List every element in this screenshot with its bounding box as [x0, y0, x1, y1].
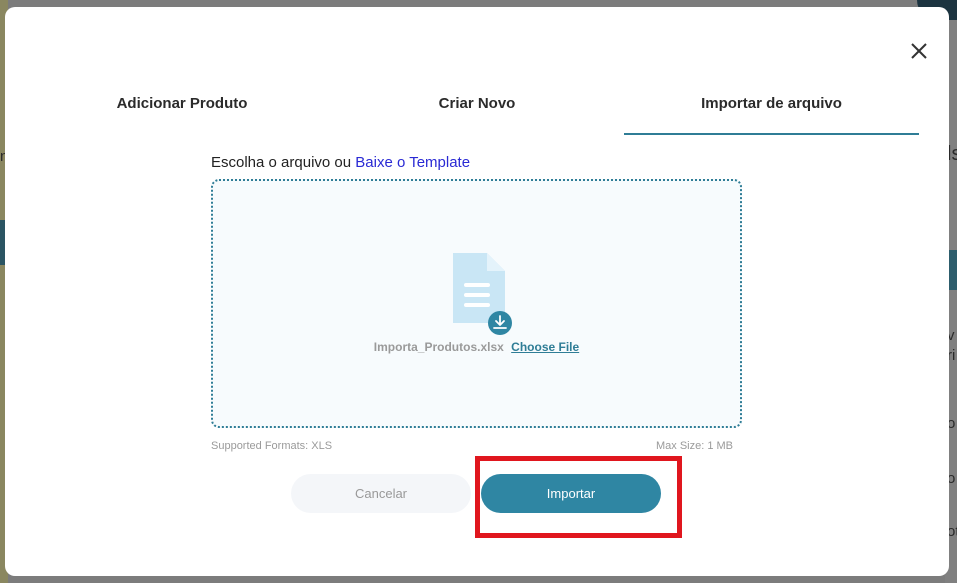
choose-prefix: Escolha o arquivo ou [211, 154, 352, 171]
download-template-link[interactable]: Baixe o Template [355, 154, 470, 171]
choose-file-link[interactable]: Choose File [511, 340, 579, 354]
import-modal: Adicionar Produto Criar Novo Importar de… [5, 7, 949, 576]
tab-criar-novo[interactable]: Criar Novo [382, 91, 572, 135]
tab-adicionar-produto[interactable]: Adicionar Produto [87, 91, 277, 135]
cancel-button[interactable]: Cancelar [291, 474, 471, 513]
choose-file-instruction: Escolha o arquivo ou Baixe o Template [211, 154, 470, 171]
document-download-icon [453, 253, 512, 335]
tab-bar: Adicionar Produto Criar Novo Importar de… [5, 91, 949, 135]
close-icon [911, 43, 927, 59]
max-size: Max Size: 1 MB [656, 440, 734, 452]
supported-formats: Supported Formats: XLS [211, 440, 333, 452]
file-row: Importa_Produtos.xlsx Choose File [213, 340, 740, 354]
tab-importar-de-arquivo[interactable]: Importar de arquivo [624, 91, 919, 135]
file-name: Importa_Produtos.xlsx [373, 340, 504, 354]
import-button[interactable]: Importar [481, 474, 661, 513]
file-dropzone[interactable]: Importa_Produtos.xlsx Choose File [211, 179, 742, 428]
close-button[interactable] [908, 40, 930, 62]
